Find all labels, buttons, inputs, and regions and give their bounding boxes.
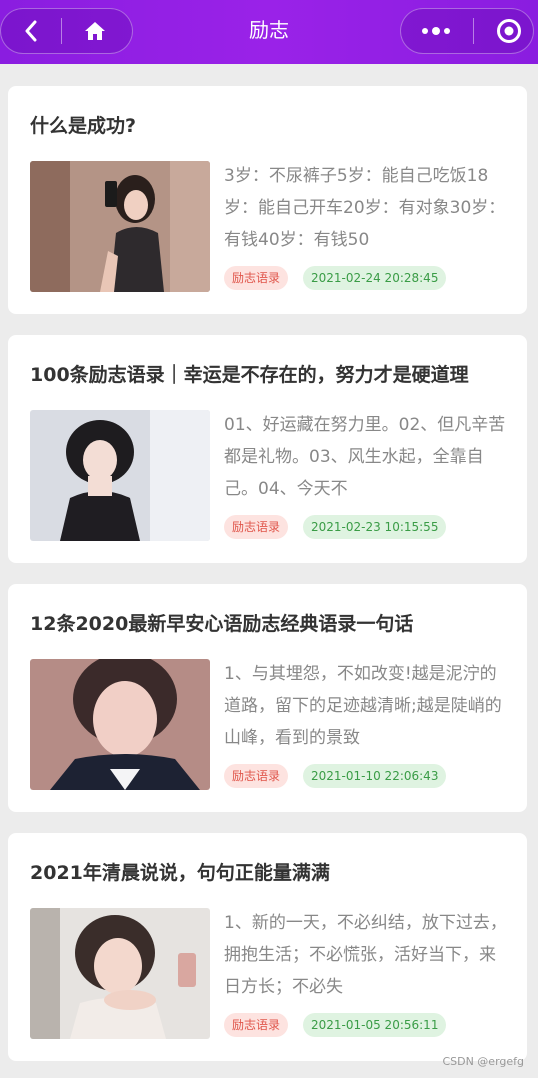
- more-dots-icon[interactable]: [421, 26, 451, 36]
- date-badge: 2021-01-05 20:56:11: [303, 1013, 447, 1037]
- date-badge: 2021-01-10 22:06:43: [303, 764, 447, 788]
- capsule-divider: [473, 18, 474, 44]
- category-tag: 励志语录: [224, 266, 289, 290]
- article-thumbnail: [30, 659, 210, 790]
- nav-capsule-right: [400, 8, 534, 54]
- article-excerpt: 3岁：不尿裤子5岁：能自己吃饭18岁：能自己开车20岁：有对象30岁：有钱40岁…: [224, 166, 506, 250]
- article-thumbnail: [30, 161, 210, 292]
- article-thumbnail: [30, 410, 210, 541]
- article-excerpt: 01、好运藏在努力里。02、但凡辛苦都是礼物。03、风生水起，全靠自己。04、今…: [224, 415, 506, 499]
- article-card[interactable]: 什么是成功? 3岁：不尿裤子5岁：能自己吃饭18岁：能自己开车20岁：有对象30…: [8, 86, 527, 314]
- category-tag: 励志语录: [224, 1013, 289, 1037]
- article-title: 2021年清晨说说，句句正能量满满: [30, 862, 330, 884]
- article-excerpt: 1、新的一天，不必纠结，放下过去，拥抱生活；不必慌张，活好当下，来日方长；不必失: [224, 913, 507, 997]
- article-card[interactable]: 2021年清晨说说，句句正能量满满 1、新的一天，不必纠结，放下过去，拥抱生活；…: [8, 833, 527, 1061]
- date-badge: 2021-02-23 10:15:55: [303, 515, 447, 539]
- article-title: 100条励志语录｜幸运是不存在的，努力才是硬道理: [30, 364, 469, 386]
- article-thumbnail: [30, 908, 210, 1039]
- category-tag: 励志语录: [224, 764, 289, 788]
- target-circle-icon[interactable]: [496, 18, 522, 44]
- article-title: 什么是成功?: [30, 115, 137, 137]
- article-card[interactable]: 12条2020最新早安心语励志经典语录一句话 1、与其埋怨，不如改变!越是泥泞的…: [8, 584, 527, 812]
- article-card[interactable]: 100条励志语录｜幸运是不存在的，努力才是硬道理 01、好运藏在努力里。02、但…: [8, 335, 527, 563]
- article-title: 12条2020最新早安心语励志经典语录一句话: [30, 613, 414, 635]
- category-tag: 励志语录: [224, 515, 289, 539]
- watermark: CSDN @ergefg: [442, 1055, 524, 1068]
- navigation-bar: 励志: [0, 0, 538, 64]
- date-badge: 2021-02-24 20:28:45: [303, 266, 447, 290]
- article-excerpt: 1、与其埋怨，不如改变!越是泥泞的道路，留下的足迹越清晰;越是陡峭的山峰，看到的…: [224, 664, 502, 748]
